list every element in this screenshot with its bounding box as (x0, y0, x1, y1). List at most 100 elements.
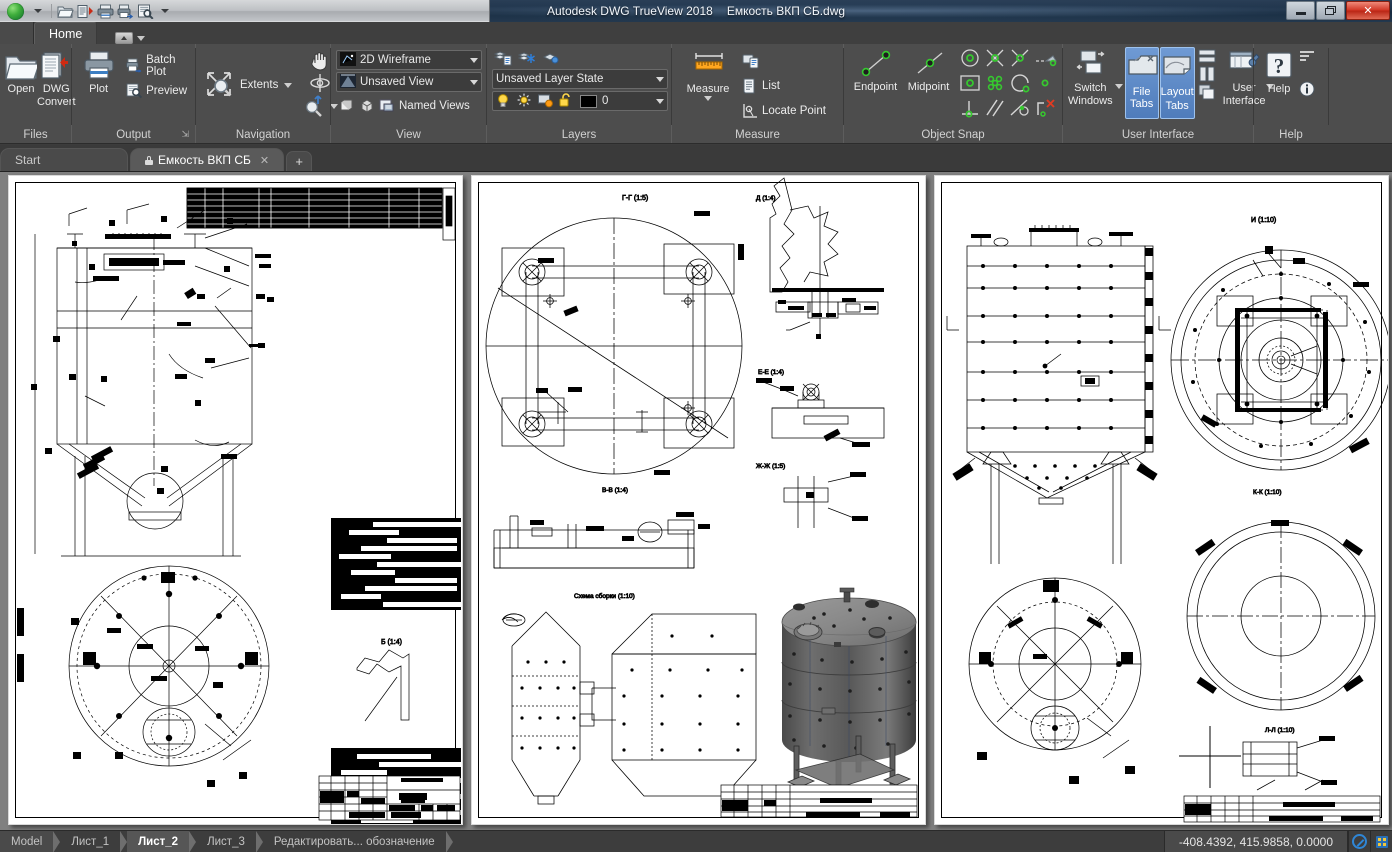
open-icon[interactable] (55, 1, 75, 21)
customization-icon[interactable] (1370, 830, 1392, 852)
visual-style-chevron-down-icon[interactable] (470, 57, 478, 63)
freeze-icon[interactable] (538, 93, 554, 109)
output-dialog-launcher-icon[interactable]: ⇲ (181, 129, 189, 140)
layer-isolate-icon[interactable] (542, 50, 559, 66)
layer-freeze-icon[interactable] (517, 50, 535, 66)
visual-style-value: 2D Wireframe (360, 54, 431, 66)
batch-plot-button[interactable]: Batch Plot (123, 54, 190, 78)
about-info-icon[interactable] (1299, 81, 1315, 97)
sheet-middle[interactable]: Г-Г (1:5) В-В (1:4) Д (1:4) Е-Е (1:4) Ж-… (471, 175, 926, 825)
panel-view-title: View (396, 128, 421, 141)
osnap-apparent-intersection-icon[interactable] (1008, 47, 1032, 71)
file-tabs-toggle[interactable]: File Tabs (1124, 47, 1159, 119)
tab-home[interactable]: Home (34, 22, 98, 44)
osnap-midpoint-button[interactable]: Midpoint (902, 46, 955, 93)
annotation-scale-icon[interactable] (1348, 830, 1370, 852)
layout-tab-list-3[interactable]: Лист_3 (196, 831, 256, 852)
osnap-quadrant-icon[interactable] (1008, 72, 1032, 96)
osnap-none-icon[interactable] (1033, 97, 1057, 121)
svg-text:В-В (1:4): В-В (1:4) (602, 487, 628, 494)
locate-point-button[interactable]: Locate Point (739, 99, 829, 123)
measure-button[interactable]: Measure (677, 48, 739, 101)
measure-dropdown-icon[interactable] (704, 96, 712, 101)
new-tab-label: + (295, 154, 303, 169)
preview-button[interactable]: Preview (123, 79, 190, 103)
horizontal-tile-icon[interactable] (1198, 48, 1216, 64)
quick-calc-button[interactable] (739, 49, 829, 73)
svg-text:Д (1:4): Д (1:4) (756, 195, 776, 202)
preview-icon[interactable] (135, 1, 155, 21)
qat-dropdown-caret[interactable] (28, 1, 48, 21)
new-tab-button[interactable]: + (286, 151, 313, 171)
layout-tab-list-2[interactable]: Лист_2 (127, 830, 190, 852)
plot-icon[interactable] (95, 1, 115, 21)
osnap-tangent-icon[interactable] (1008, 97, 1032, 121)
open-folder-icon (5, 50, 40, 82)
drawing-canvas[interactable]: Б (1:4) Г-Г (1:5) В-В (1:4) Д (1:4) Е-Е … (0, 172, 1392, 830)
unlock-icon[interactable] (559, 93, 575, 109)
layout-tab-list-1[interactable]: Лист_1 (60, 831, 120, 852)
named-views-button[interactable]: Named Views (336, 94, 482, 118)
layer-chevron-down-icon[interactable] (656, 98, 664, 104)
open-button[interactable]: Open (5, 48, 40, 95)
plot-button[interactable]: Plot (77, 48, 120, 95)
coordinates-readout[interactable]: -408.4392, 415.9858, 0.0000 (1163, 830, 1348, 852)
batch-plot-icon[interactable] (115, 1, 135, 21)
osnap-intersection-icon[interactable] (983, 47, 1007, 71)
dwg-convert-button[interactable]: DWG Convert (37, 48, 76, 108)
switch-windows-button[interactable]: Switch Windows (1068, 47, 1113, 107)
view-chevron-down-icon[interactable] (470, 79, 478, 85)
list-button[interactable]: List (739, 74, 829, 98)
help-list-icon[interactable] (1299, 50, 1315, 66)
close-button[interactable]: ✕ (1346, 1, 1390, 20)
osnap-center-icon[interactable] (958, 47, 982, 71)
batch-plot-label: Batch Plot (146, 54, 176, 78)
view-dropdown[interactable]: Unsaved View (336, 72, 482, 92)
osnap-endpoint-button[interactable]: Endpoint (849, 46, 902, 93)
restore-button[interactable] (1316, 1, 1345, 20)
cascade-icon[interactable] (1198, 84, 1215, 100)
layout-tab-edit-designation[interactable]: Редактировать... обозначение (263, 831, 446, 852)
zoom-realtime-icon (302, 94, 326, 118)
file-tab-drawing[interactable]: Емкость ВКП СБ ✕ (130, 148, 285, 171)
osnap-node-icon[interactable] (983, 72, 1007, 96)
switch-windows-dropdown-icon[interactable] (1114, 84, 1123, 89)
sheet-right[interactable]: И (1:10) К-К (1:10) Л-Л (1:10) (934, 175, 1389, 825)
layer-properties-icon[interactable] (493, 50, 512, 66)
file-tabs-icon (1126, 52, 1158, 84)
zoom-extents-label: Extents (240, 79, 279, 91)
dwg-convert-icon[interactable] (75, 1, 95, 21)
close-icon[interactable]: ✕ (260, 154, 269, 167)
layout-tab-model[interactable]: Model (0, 830, 54, 852)
sun-icon[interactable] (517, 93, 533, 109)
osnap-parallel-icon[interactable] (983, 97, 1007, 121)
help-button[interactable]: ? Help (1259, 48, 1299, 95)
preview-label: Preview (146, 85, 187, 97)
vertical-tile-icon[interactable] (1198, 66, 1215, 82)
panel-navigation-title: Navigation (235, 128, 291, 141)
sheet-left[interactable]: Б (1:4) (8, 175, 463, 825)
application-menu-button[interactable] (2, 1, 28, 21)
lightbulb-icon[interactable] (496, 93, 512, 109)
osnap-nearest-icon[interactable] (1033, 72, 1057, 96)
minimize-button[interactable] (1286, 1, 1315, 20)
ribbon-minimize-dropdown-icon[interactable] (137, 35, 146, 41)
osnap-perpendicular-icon[interactable] (958, 97, 982, 121)
layout-tabs-label-2: Tabs (1165, 100, 1189, 112)
layer-state-dropdown[interactable]: Unsaved Layer State (492, 69, 668, 89)
locate-point-icon (742, 103, 758, 119)
layout-tabs-toggle[interactable]: Layout Tabs (1159, 47, 1195, 119)
customize-qat-icon[interactable] (155, 1, 175, 21)
printer-icon (83, 50, 115, 82)
file-tab-start[interactable]: Start (0, 148, 128, 171)
zoom-extents-button[interactable]: Extents (201, 69, 295, 101)
visual-style-dropdown[interactable]: 2D Wireframe (336, 50, 482, 70)
ribbon-minimize-icon[interactable] (115, 32, 134, 44)
layer-state-chevron-down-icon[interactable] (656, 76, 664, 82)
osnap-insertion-icon[interactable] (958, 72, 982, 96)
extents-dropdown-icon[interactable] (284, 82, 293, 88)
ribbon-minimize-controls (115, 32, 146, 44)
zoom-extents-icon (204, 69, 236, 101)
osnap-extension-icon[interactable] (1033, 47, 1057, 71)
layer-dropdown[interactable]: 0 (492, 91, 668, 111)
